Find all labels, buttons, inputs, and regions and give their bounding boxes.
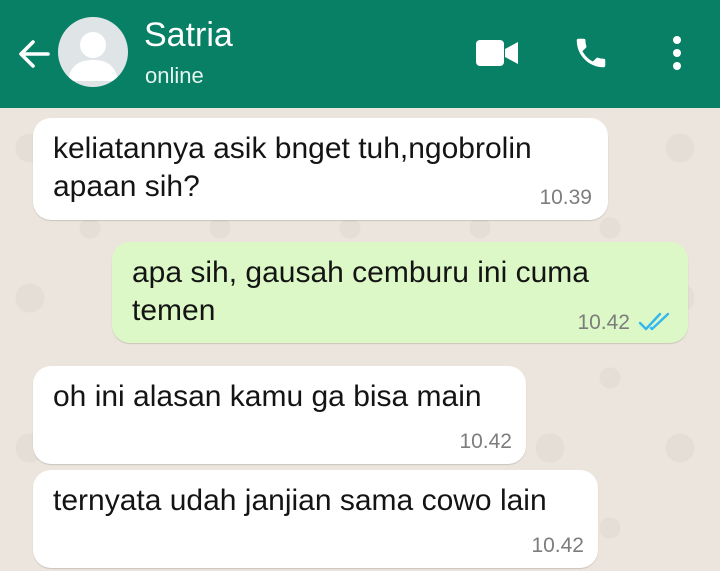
message-bubble[interactable]: keliatannya asik bnget tuh,ngobrolin apa… [33,118,608,220]
message-bubble[interactable]: oh ini alasan kamu ga bisa main 10.42 [33,366,526,464]
message-time: 10.39 [539,186,592,209]
message-text: ternyata udah janjian sama cowo lain [53,484,547,517]
message-time: 10.42 [577,311,630,334]
message-time: 10.42 [531,534,584,557]
message-time: 10.42 [459,430,512,453]
back-arrow-icon [19,40,50,68]
read-ticks-icon [638,312,670,331]
more-vertical-icon [673,36,681,70]
message-text: apa sih, gausah cemburu ini cuma temen [132,256,589,327]
back-button[interactable] [12,32,56,76]
video-call-button[interactable] [472,30,522,76]
message-bubble[interactable]: ternyata udah janjian sama cowo lain 10.… [33,470,598,568]
voice-call-button[interactable] [568,30,614,76]
chat-header: Satria online [0,0,720,108]
chat-screen: Satria online keliatannya asik bnget tuh… [0,0,720,571]
more-options-button[interactable] [660,30,694,76]
message-text: keliatannya asik bnget tuh,ngobrolin apa… [53,132,532,203]
phone-icon [576,38,606,68]
message-bubble[interactable]: apa sih, gausah cemburu ini cuma temen 1… [112,242,688,343]
message-text: oh ini alasan kamu ga bisa main [53,380,482,413]
person-icon [68,32,118,81]
avatar[interactable] [58,17,128,87]
contact-status: online [145,63,204,88]
contact-name[interactable]: Satria [144,14,233,56]
video-camera-icon [476,40,518,66]
